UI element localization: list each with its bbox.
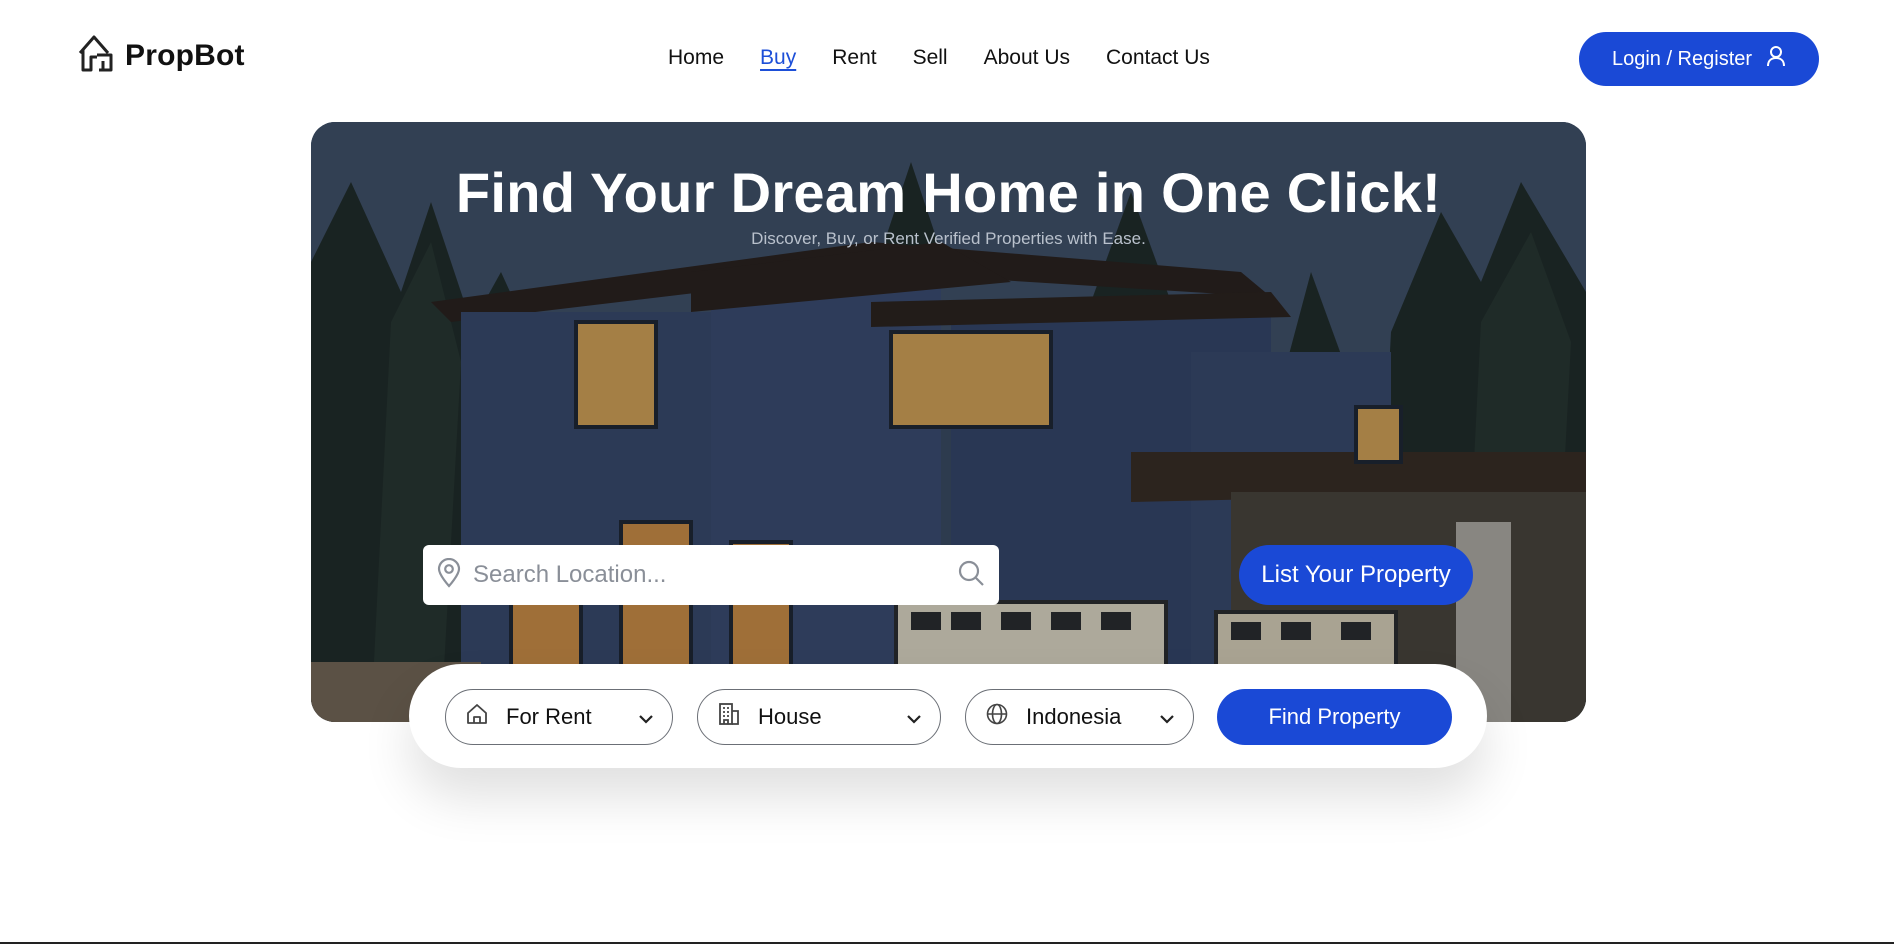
property-type-value: House	[758, 704, 822, 729]
nav-about-us[interactable]: About Us	[984, 46, 1070, 70]
user-icon	[1766, 45, 1786, 73]
country-value: Indonesia	[1026, 704, 1122, 729]
hero-title: Find Your Dream Home in One Click!	[455, 161, 1442, 224]
nav-rent[interactable]: Rent	[832, 46, 876, 70]
site-header: PropBot Home Buy Rent Sell About Us Cont…	[0, 0, 1894, 120]
globe-icon	[986, 703, 1008, 731]
main-nav: Home Buy Rent Sell About Us Contact Us	[668, 46, 1210, 70]
list-your-property-button[interactable]: List Your Property	[1239, 545, 1473, 605]
listing-type-select[interactable]: For Rent	[445, 689, 673, 745]
find-property-button[interactable]: Find Property	[1217, 689, 1452, 745]
map-pin-icon	[437, 557, 461, 593]
location-search-box[interactable]	[423, 545, 999, 605]
nav-home[interactable]: Home	[668, 46, 724, 70]
brand-logo[interactable]: PropBot	[77, 33, 245, 78]
building-icon	[718, 702, 740, 732]
location-search-input[interactable]	[473, 561, 957, 589]
chevron-down-icon	[906, 704, 922, 730]
house-logo-icon	[77, 33, 117, 78]
login-register-label: Login / Register	[1611, 47, 1753, 70]
country-select[interactable]: Indonesia	[965, 689, 1194, 745]
nav-buy[interactable]: Buy	[760, 46, 796, 70]
hero-subtitle: Discover, Buy, or Rent Verified Properti…	[751, 229, 1146, 248]
brand-name: PropBot	[125, 38, 245, 72]
home-icon	[466, 703, 488, 731]
chevron-down-icon	[1159, 704, 1175, 730]
chevron-down-icon	[638, 704, 654, 730]
property-type-select[interactable]: House	[697, 689, 941, 745]
nav-contact-us[interactable]: Contact Us	[1106, 46, 1210, 70]
property-filter-bar: For Rent House Indonesia Find Property	[409, 664, 1487, 768]
search-icon[interactable]	[957, 559, 985, 592]
listing-type-value: For Rent	[506, 704, 592, 729]
login-register-button[interactable]: Login / Register	[1579, 32, 1819, 86]
hero-banner: Find Your Dream Home in One Click! Disco…	[311, 122, 1586, 722]
nav-sell[interactable]: Sell	[913, 46, 948, 70]
